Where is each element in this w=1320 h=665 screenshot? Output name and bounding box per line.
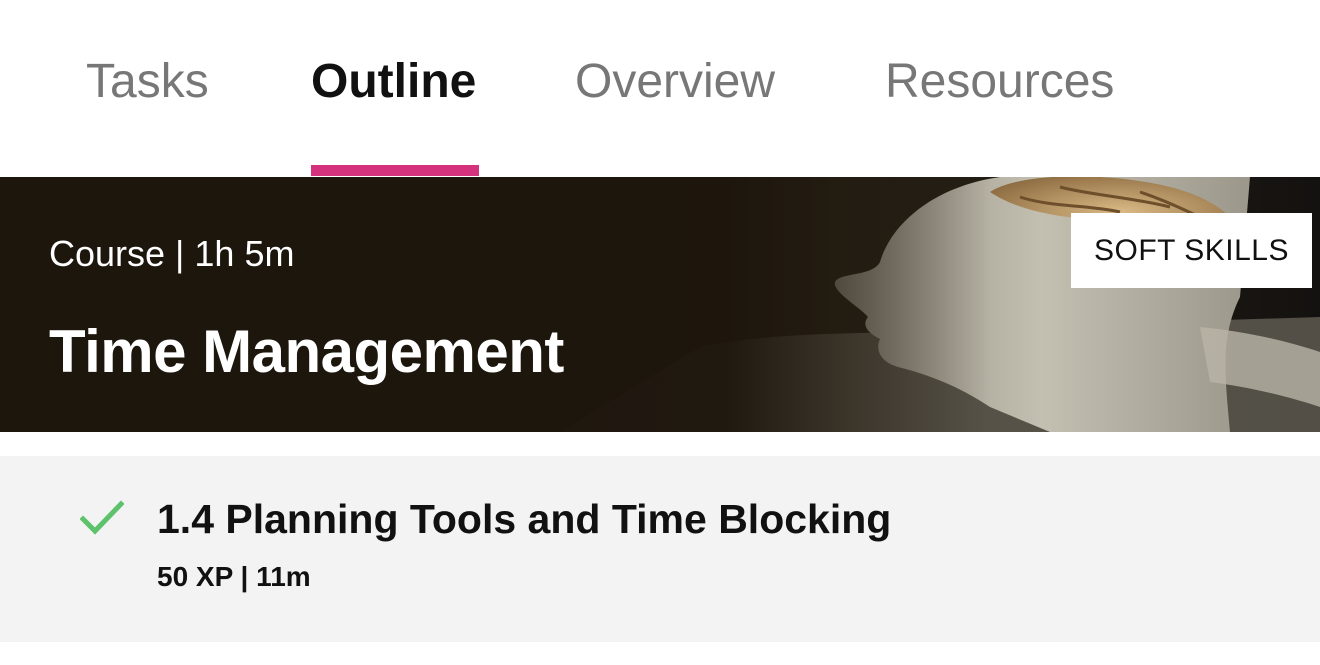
category-badge: SOFT SKILLS — [1071, 213, 1312, 288]
active-tab-indicator — [311, 165, 479, 176]
check-icon — [80, 500, 124, 535]
lesson-item[interactable]: 1.4 Planning Tools and Time Blocking 50 … — [0, 456, 1320, 642]
tab-outline[interactable]: Outline — [311, 52, 476, 112]
tab-tasks[interactable]: Tasks — [86, 52, 209, 112]
course-banner: Course | 1h 5m Time Management SOFT SKIL… — [0, 177, 1320, 432]
tab-overview[interactable]: Overview — [575, 52, 775, 112]
lesson-meta: 50 XP | 11m — [157, 561, 311, 592]
tab-resources[interactable]: Resources — [885, 52, 1114, 112]
lesson-title: 1.4 Planning Tools and Time Blocking — [157, 496, 892, 542]
tab-bar: Tasks Outline Overview Resources — [0, 0, 1320, 177]
course-meta: Course | 1h 5m — [49, 233, 295, 274]
course-title: Time Management — [49, 318, 564, 385]
